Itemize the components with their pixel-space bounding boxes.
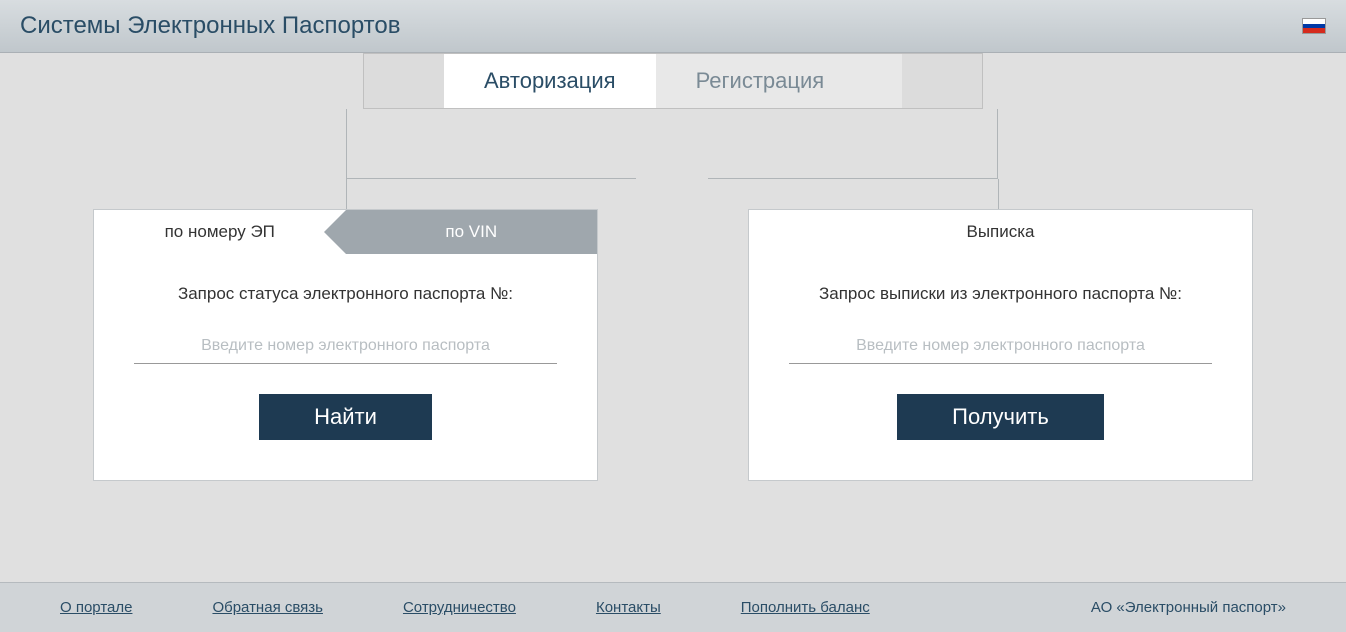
footer-link-balance[interactable]: Пополнить баланс — [741, 599, 870, 616]
footer-link-about[interactable]: О портале — [60, 599, 132, 616]
extract-request-label: Запрос выписки из электронного паспорта … — [789, 284, 1212, 304]
tab-by-ep-number[interactable]: по номеру ЭП — [94, 210, 346, 254]
footer-link-contacts[interactable]: Контакты — [596, 599, 661, 616]
footer: О портале Обратная связь Сотрудничество … — [0, 582, 1346, 632]
status-request-card: по номеру ЭП по VIN Запрос статуса элект… — [93, 209, 598, 481]
extract-ep-number-input[interactable] — [789, 329, 1212, 364]
footer-link-feedback[interactable]: Обратная связь — [212, 599, 323, 616]
extract-request-card: Выписка Запрос выписки из электронного п… — [748, 209, 1253, 481]
ep-number-input[interactable] — [134, 329, 557, 364]
footer-link-cooperation[interactable]: Сотрудничество — [403, 599, 516, 616]
auth-tabs: Авторизация Регистрация — [363, 53, 983, 109]
get-button[interactable]: Получить — [897, 394, 1104, 440]
tab-login[interactable]: Авторизация — [444, 54, 656, 108]
tab-by-vin[interactable]: по VIN — [346, 210, 598, 254]
header: Системы Электронных Паспортов — [0, 0, 1346, 53]
site-title: Системы Электронных Паспортов — [20, 12, 401, 40]
status-request-label: Запрос статуса электронного паспорта №: — [134, 284, 557, 304]
find-button[interactable]: Найти — [259, 394, 432, 440]
russian-flag-icon[interactable] — [1302, 18, 1326, 34]
footer-company: АО «Электронный паспорт» — [1091, 599, 1286, 616]
tab-register[interactable]: Регистрация — [656, 54, 865, 108]
